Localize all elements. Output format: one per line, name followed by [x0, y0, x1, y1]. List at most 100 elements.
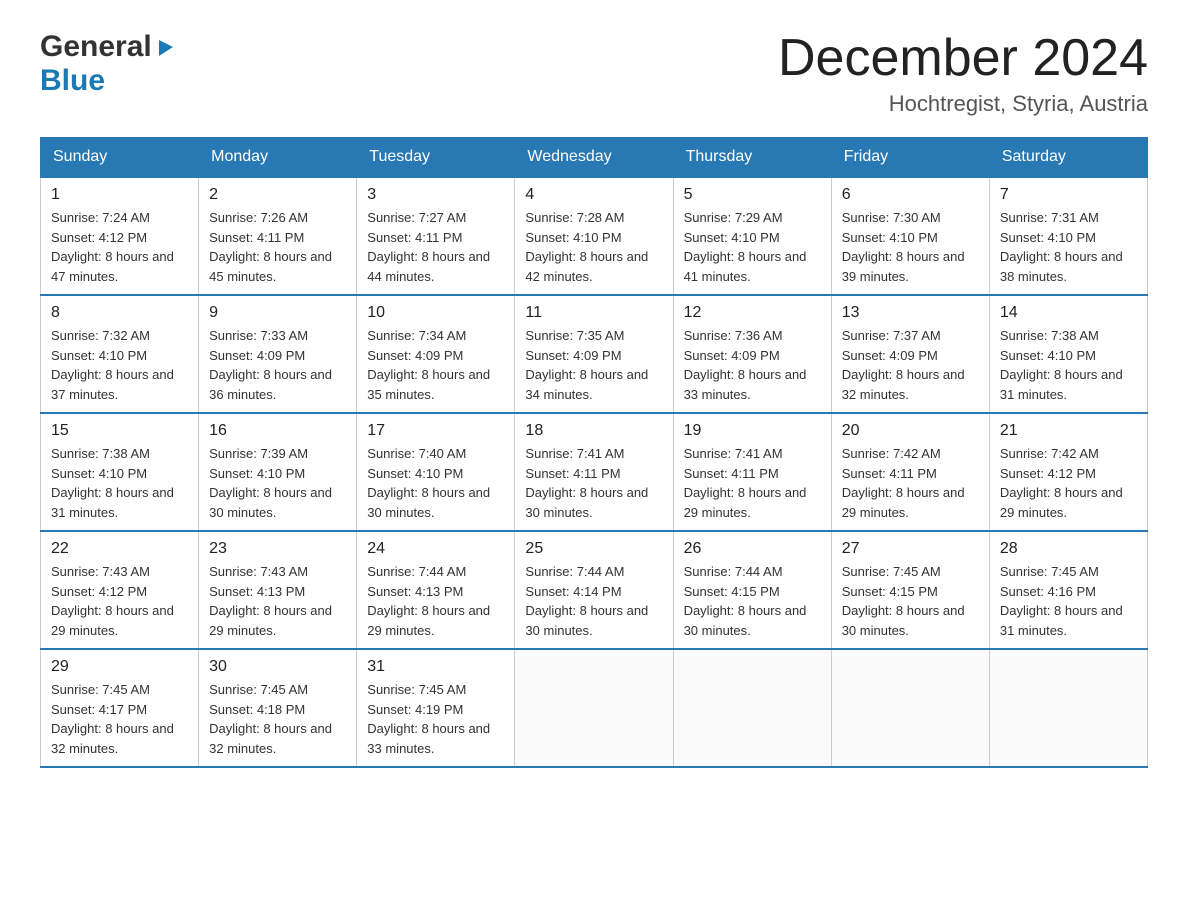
day-info: Sunrise: 7:37 AM Sunset: 4:09 PM Dayligh…: [842, 326, 979, 404]
table-row: [515, 649, 673, 767]
table-row: 31 Sunrise: 7:45 AM Sunset: 4:19 PM Dayl…: [357, 649, 515, 767]
day-number: 14: [1000, 304, 1137, 322]
day-info: Sunrise: 7:41 AM Sunset: 4:11 PM Dayligh…: [525, 444, 662, 522]
day-info: Sunrise: 7:35 AM Sunset: 4:09 PM Dayligh…: [525, 326, 662, 404]
table-row: 5 Sunrise: 7:29 AM Sunset: 4:10 PM Dayli…: [673, 177, 831, 295]
table-row: 20 Sunrise: 7:42 AM Sunset: 4:11 PM Dayl…: [831, 413, 989, 531]
header-tuesday: Tuesday: [357, 138, 515, 178]
table-row: 13 Sunrise: 7:37 AM Sunset: 4:09 PM Dayl…: [831, 295, 989, 413]
day-number: 15: [51, 422, 188, 440]
table-row: 1 Sunrise: 7:24 AM Sunset: 4:12 PM Dayli…: [41, 177, 199, 295]
day-number: 28: [1000, 540, 1137, 558]
day-info: Sunrise: 7:44 AM Sunset: 4:15 PM Dayligh…: [684, 562, 821, 640]
table-row: [673, 649, 831, 767]
day-info: Sunrise: 7:44 AM Sunset: 4:13 PM Dayligh…: [367, 562, 504, 640]
day-number: 24: [367, 540, 504, 558]
day-info: Sunrise: 7:45 AM Sunset: 4:15 PM Dayligh…: [842, 562, 979, 640]
header-thursday: Thursday: [673, 138, 831, 178]
table-row: 3 Sunrise: 7:27 AM Sunset: 4:11 PM Dayli…: [357, 177, 515, 295]
day-info: Sunrise: 7:45 AM Sunset: 4:19 PM Dayligh…: [367, 680, 504, 758]
table-row: 27 Sunrise: 7:45 AM Sunset: 4:15 PM Dayl…: [831, 531, 989, 649]
header-sunday: Sunday: [41, 138, 199, 178]
day-info: Sunrise: 7:36 AM Sunset: 4:09 PM Dayligh…: [684, 326, 821, 404]
day-info: Sunrise: 7:45 AM Sunset: 4:17 PM Dayligh…: [51, 680, 188, 758]
day-number: 11: [525, 304, 662, 322]
table-row: 28 Sunrise: 7:45 AM Sunset: 4:16 PM Dayl…: [989, 531, 1147, 649]
day-number: 30: [209, 658, 346, 676]
month-title: December 2024: [778, 30, 1148, 87]
day-number: 29: [51, 658, 188, 676]
day-number: 3: [367, 186, 504, 204]
table-row: 29 Sunrise: 7:45 AM Sunset: 4:17 PM Dayl…: [41, 649, 199, 767]
day-info: Sunrise: 7:29 AM Sunset: 4:10 PM Dayligh…: [684, 208, 821, 286]
table-row: 4 Sunrise: 7:28 AM Sunset: 4:10 PM Dayli…: [515, 177, 673, 295]
day-number: 21: [1000, 422, 1137, 440]
day-number: 12: [684, 304, 821, 322]
logo: General Blue: [40, 30, 177, 98]
day-number: 7: [1000, 186, 1137, 204]
day-info: Sunrise: 7:38 AM Sunset: 4:10 PM Dayligh…: [51, 444, 188, 522]
day-info: Sunrise: 7:45 AM Sunset: 4:16 PM Dayligh…: [1000, 562, 1137, 640]
day-info: Sunrise: 7:32 AM Sunset: 4:10 PM Dayligh…: [51, 326, 188, 404]
day-info: Sunrise: 7:28 AM Sunset: 4:10 PM Dayligh…: [525, 208, 662, 286]
table-row: 21 Sunrise: 7:42 AM Sunset: 4:12 PM Dayl…: [989, 413, 1147, 531]
day-number: 20: [842, 422, 979, 440]
header-friday: Friday: [831, 138, 989, 178]
day-number: 1: [51, 186, 188, 204]
day-info: Sunrise: 7:44 AM Sunset: 4:14 PM Dayligh…: [525, 562, 662, 640]
day-info: Sunrise: 7:38 AM Sunset: 4:10 PM Dayligh…: [1000, 326, 1137, 404]
day-info: Sunrise: 7:27 AM Sunset: 4:11 PM Dayligh…: [367, 208, 504, 286]
table-row: 24 Sunrise: 7:44 AM Sunset: 4:13 PM Dayl…: [357, 531, 515, 649]
table-row: 11 Sunrise: 7:35 AM Sunset: 4:09 PM Dayl…: [515, 295, 673, 413]
day-info: Sunrise: 7:34 AM Sunset: 4:09 PM Dayligh…: [367, 326, 504, 404]
table-row: 25 Sunrise: 7:44 AM Sunset: 4:14 PM Dayl…: [515, 531, 673, 649]
logo-blue: Blue: [40, 64, 105, 98]
table-row: 14 Sunrise: 7:38 AM Sunset: 4:10 PM Dayl…: [989, 295, 1147, 413]
day-number: 10: [367, 304, 504, 322]
location-title: Hochtregist, Styria, Austria: [778, 91, 1148, 117]
day-info: Sunrise: 7:45 AM Sunset: 4:18 PM Dayligh…: [209, 680, 346, 758]
title-area: December 2024 Hochtregist, Styria, Austr…: [778, 30, 1148, 117]
table-row: 22 Sunrise: 7:43 AM Sunset: 4:12 PM Dayl…: [41, 531, 199, 649]
header-monday: Monday: [199, 138, 357, 178]
logo-general: General: [40, 30, 152, 64]
day-number: 6: [842, 186, 979, 204]
table-row: 17 Sunrise: 7:40 AM Sunset: 4:10 PM Dayl…: [357, 413, 515, 531]
day-info: Sunrise: 7:42 AM Sunset: 4:11 PM Dayligh…: [842, 444, 979, 522]
calendar: Sunday Monday Tuesday Wednesday Thursday…: [40, 137, 1148, 768]
day-info: Sunrise: 7:39 AM Sunset: 4:10 PM Dayligh…: [209, 444, 346, 522]
day-number: 19: [684, 422, 821, 440]
calendar-week-1: 1 Sunrise: 7:24 AM Sunset: 4:12 PM Dayli…: [41, 177, 1148, 295]
day-number: 25: [525, 540, 662, 558]
table-row: 9 Sunrise: 7:33 AM Sunset: 4:09 PM Dayli…: [199, 295, 357, 413]
day-info: Sunrise: 7:43 AM Sunset: 4:13 PM Dayligh…: [209, 562, 346, 640]
day-info: Sunrise: 7:41 AM Sunset: 4:11 PM Dayligh…: [684, 444, 821, 522]
day-number: 31: [367, 658, 504, 676]
calendar-week-2: 8 Sunrise: 7:32 AM Sunset: 4:10 PM Dayli…: [41, 295, 1148, 413]
table-row: 26 Sunrise: 7:44 AM Sunset: 4:15 PM Dayl…: [673, 531, 831, 649]
table-row: 8 Sunrise: 7:32 AM Sunset: 4:10 PM Dayli…: [41, 295, 199, 413]
table-row: 10 Sunrise: 7:34 AM Sunset: 4:09 PM Dayl…: [357, 295, 515, 413]
day-number: 23: [209, 540, 346, 558]
day-number: 18: [525, 422, 662, 440]
table-row: 7 Sunrise: 7:31 AM Sunset: 4:10 PM Dayli…: [989, 177, 1147, 295]
day-info: Sunrise: 7:40 AM Sunset: 4:10 PM Dayligh…: [367, 444, 504, 522]
calendar-week-4: 22 Sunrise: 7:43 AM Sunset: 4:12 PM Dayl…: [41, 531, 1148, 649]
table-row: 30 Sunrise: 7:45 AM Sunset: 4:18 PM Dayl…: [199, 649, 357, 767]
header-saturday: Saturday: [989, 138, 1147, 178]
day-number: 5: [684, 186, 821, 204]
day-info: Sunrise: 7:43 AM Sunset: 4:12 PM Dayligh…: [51, 562, 188, 640]
table-row: [831, 649, 989, 767]
day-info: Sunrise: 7:26 AM Sunset: 4:11 PM Dayligh…: [209, 208, 346, 286]
calendar-week-3: 15 Sunrise: 7:38 AM Sunset: 4:10 PM Dayl…: [41, 413, 1148, 531]
day-number: 26: [684, 540, 821, 558]
day-info: Sunrise: 7:33 AM Sunset: 4:09 PM Dayligh…: [209, 326, 346, 404]
header: General Blue December 2024 Hochtregist, …: [40, 30, 1148, 117]
table-row: 2 Sunrise: 7:26 AM Sunset: 4:11 PM Dayli…: [199, 177, 357, 295]
table-row: 19 Sunrise: 7:41 AM Sunset: 4:11 PM Dayl…: [673, 413, 831, 531]
table-row: 23 Sunrise: 7:43 AM Sunset: 4:13 PM Dayl…: [199, 531, 357, 649]
calendar-week-5: 29 Sunrise: 7:45 AM Sunset: 4:17 PM Dayl…: [41, 649, 1148, 767]
day-info: Sunrise: 7:31 AM Sunset: 4:10 PM Dayligh…: [1000, 208, 1137, 286]
day-number: 4: [525, 186, 662, 204]
table-row: 6 Sunrise: 7:30 AM Sunset: 4:10 PM Dayli…: [831, 177, 989, 295]
